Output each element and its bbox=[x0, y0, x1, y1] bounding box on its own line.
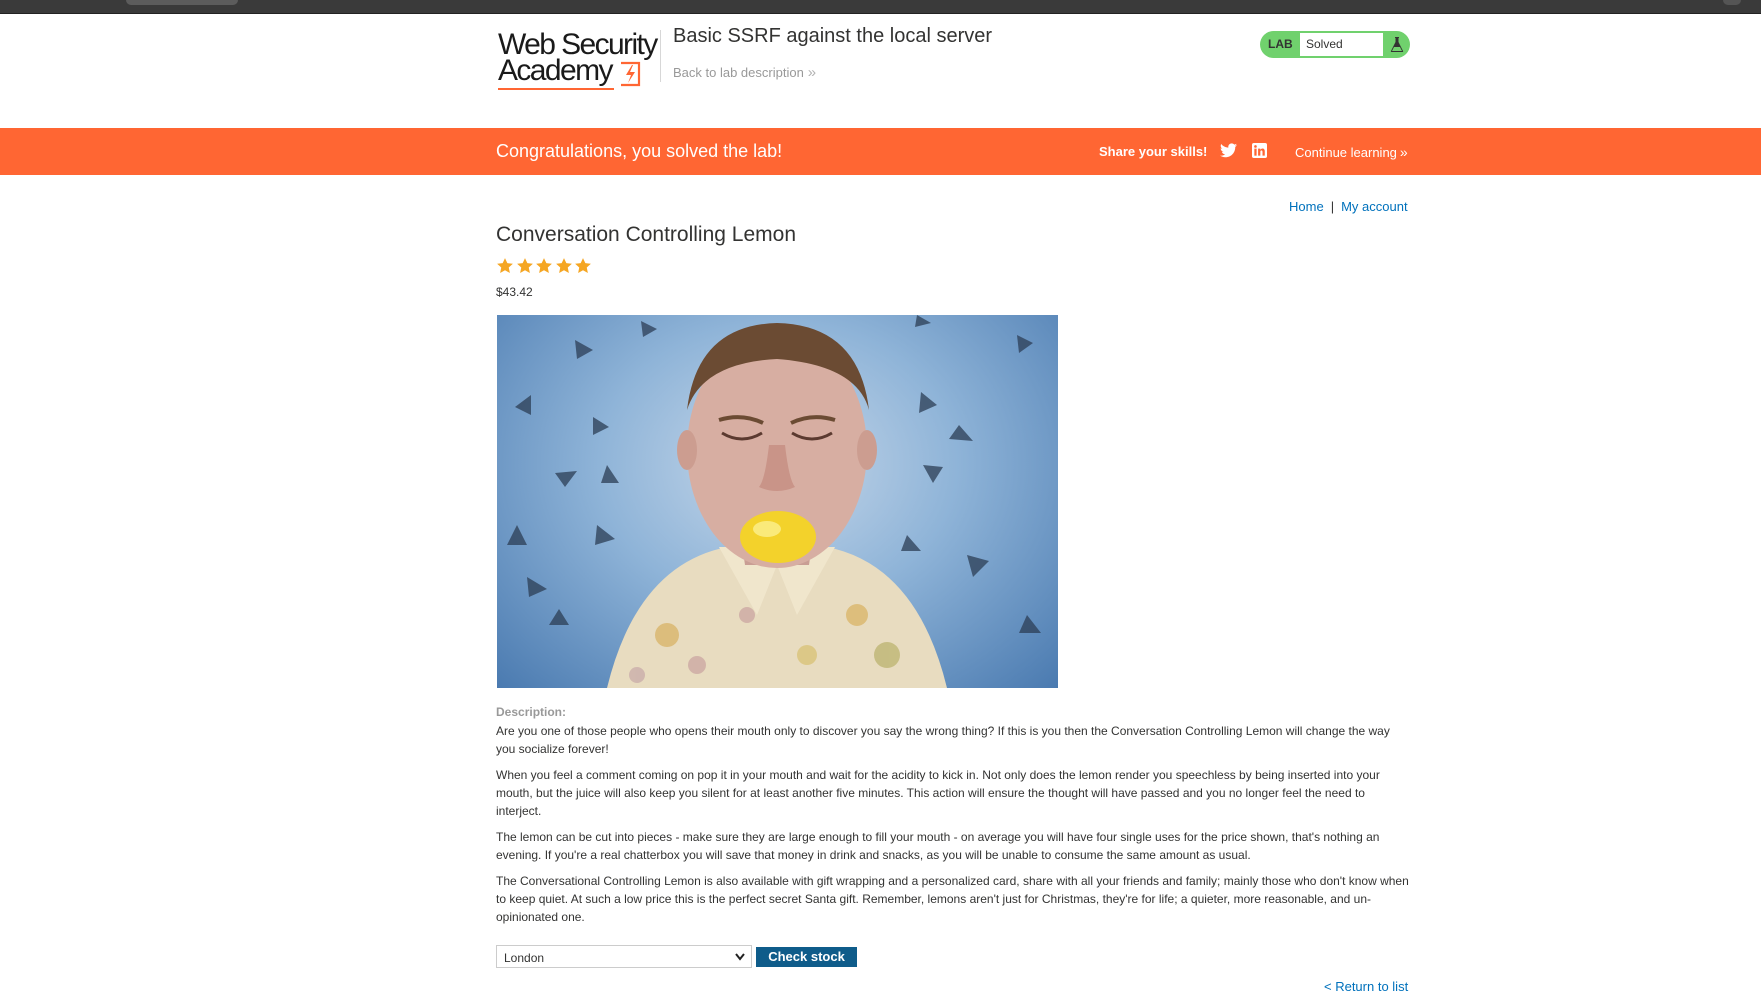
star-rating bbox=[496, 257, 594, 275]
star-icon bbox=[497, 258, 513, 273]
academy-logo[interactable]: Web Security Academy bbox=[498, 30, 658, 92]
lab-label: LAB bbox=[1268, 37, 1293, 51]
continue-learning-link[interactable]: Continue learning» bbox=[1295, 144, 1408, 160]
star-icon bbox=[575, 258, 591, 273]
chevron-down-icon bbox=[735, 953, 745, 961]
home-link[interactable]: Home bbox=[1289, 199, 1324, 214]
nav-separator: | bbox=[1330, 199, 1335, 214]
browser-tab[interactable] bbox=[126, 0, 238, 5]
solved-banner: Congratulations, you solved the lab! Sha… bbox=[0, 128, 1761, 175]
man-biting-lemon-photo bbox=[507, 315, 1041, 688]
product-price: $43.42 bbox=[496, 285, 533, 299]
return-to-list-link[interactable]: < Return to list bbox=[1324, 979, 1408, 994]
description-paragraph: When you feel a comment coming on pop it… bbox=[496, 768, 1380, 818]
product-image bbox=[497, 315, 1058, 688]
description-label: Description: bbox=[496, 705, 567, 719]
store-select[interactable]: London bbox=[496, 945, 752, 968]
window-corner bbox=[1723, 0, 1741, 5]
back-to-lab-description-link[interactable]: Back to lab description» bbox=[673, 64, 816, 81]
back-link-label: Back to lab description bbox=[673, 65, 804, 80]
double-chevron-right-icon: » bbox=[807, 64, 817, 81]
browser-tab-strip bbox=[0, 0, 1761, 14]
flask-icon bbox=[1390, 37, 1404, 52]
star-icon bbox=[536, 258, 552, 273]
linkedin-icon[interactable] bbox=[1252, 143, 1267, 158]
logo-line2: Academy bbox=[498, 54, 613, 87]
my-account-link[interactable]: My account bbox=[1341, 199, 1407, 214]
description-paragraph: Are you one of those people who opens th… bbox=[496, 724, 1390, 756]
congratulations-message: Congratulations, you solved the lab! bbox=[496, 141, 783, 161]
description-paragraph: The Conversational Controlling Lemon is … bbox=[496, 874, 1409, 924]
lab-status-badge: LAB Solved bbox=[1260, 31, 1410, 58]
lightning-bolt-icon bbox=[621, 61, 641, 87]
description-paragraph: The lemon can be cut into pieces - make … bbox=[496, 830, 1380, 862]
selected-store: London bbox=[504, 951, 545, 965]
double-chevron-right-icon: » bbox=[1399, 144, 1408, 160]
star-icon bbox=[555, 258, 572, 273]
lab-status-text: Solved bbox=[1306, 37, 1343, 51]
star-icon bbox=[516, 258, 533, 273]
logo-underline bbox=[498, 88, 614, 90]
top-nav: Home | My account bbox=[1289, 199, 1408, 214]
check-stock-button[interactable]: Check stock bbox=[756, 947, 857, 967]
product-title: Conversation Controlling Lemon bbox=[496, 223, 796, 246]
continue-learning-label: Continue learning bbox=[1295, 145, 1397, 160]
header-divider bbox=[660, 30, 661, 82]
share-skills-label: Share your skills! bbox=[1099, 144, 1208, 159]
product-description: Are you one of those people who opens th… bbox=[496, 722, 1409, 934]
twitter-icon[interactable] bbox=[1220, 143, 1237, 158]
lab-title: Basic SSRF against the local server bbox=[673, 25, 993, 47]
